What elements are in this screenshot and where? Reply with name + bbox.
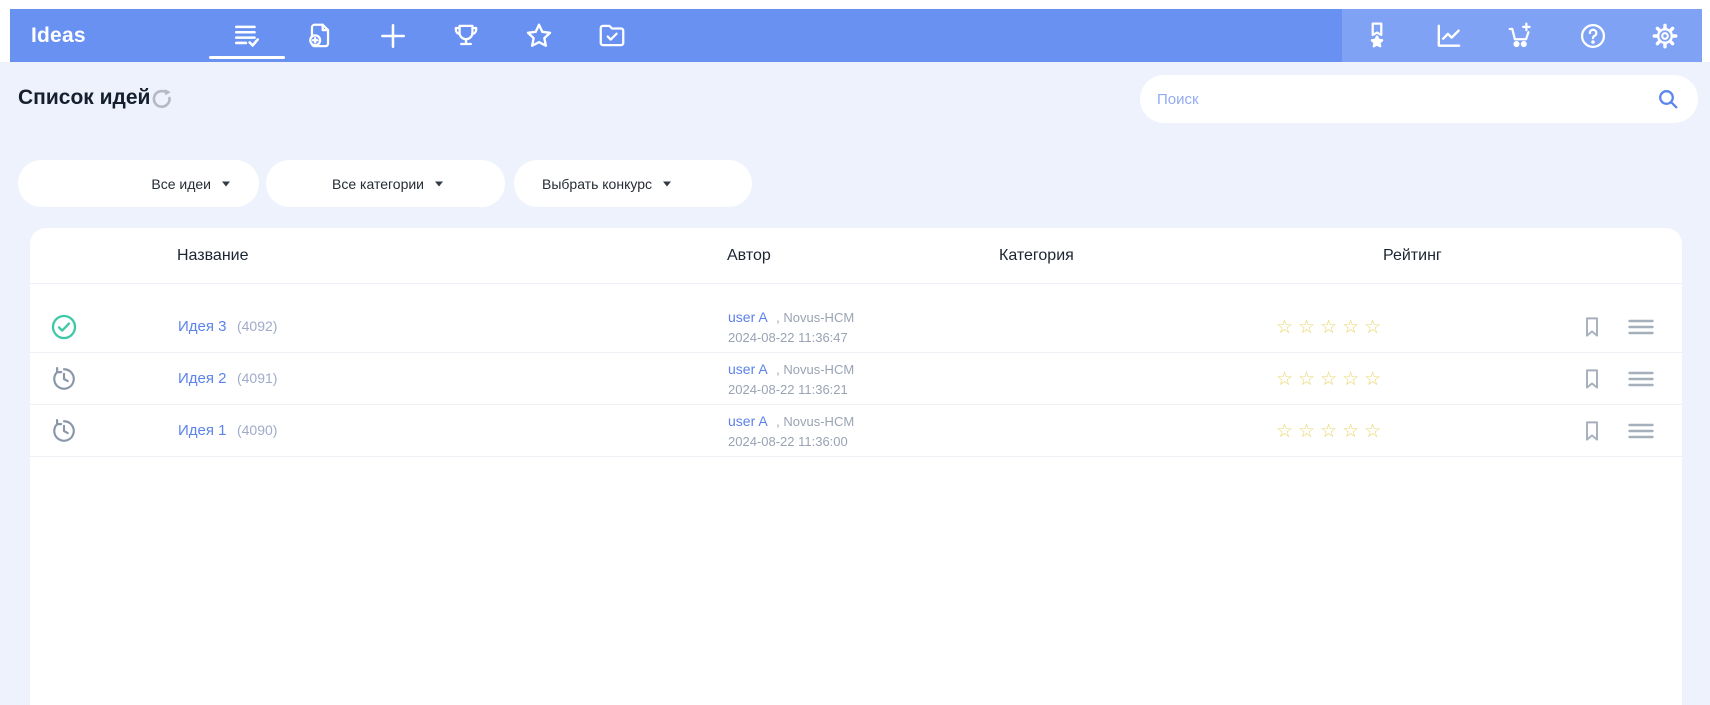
row-menu-icon[interactable] — [1628, 422, 1654, 440]
column-header-rating: Рейтинг — [1383, 247, 1442, 264]
nav-add-button[interactable] — [378, 9, 408, 62]
column-header-name: Название — [177, 247, 249, 264]
help-circle-icon — [1578, 21, 1608, 51]
star-icon — [524, 21, 554, 51]
rating-stars[interactable]: ☆☆☆☆☆ — [1276, 316, 1386, 338]
status-approved-icon — [51, 314, 77, 344]
idea-id: (4090) — [236, 421, 278, 438]
top-navigation-bar: Ideas — [10, 9, 1702, 62]
nav-settings-button[interactable] — [1650, 9, 1680, 62]
plus-icon — [377, 20, 409, 52]
bookmark-icon[interactable] — [1582, 316, 1602, 338]
line-chart-icon — [1434, 21, 1464, 51]
file-plus-icon — [305, 21, 335, 51]
medal-icon — [1362, 21, 1392, 51]
status-history-icon — [51, 366, 77, 396]
nav-file-plus-button[interactable] — [305, 9, 335, 62]
table-row: Идея 1 (4090) user A , Novus-HCM 2024-08… — [30, 405, 1682, 457]
nav-shop-button[interactable] — [1506, 9, 1536, 62]
idea-title-link[interactable]: Идея 1 — [178, 422, 227, 439]
trophy-icon — [451, 21, 481, 51]
page-title: Список идей — [18, 86, 151, 109]
column-header-author: Автор — [727, 247, 771, 264]
filter-select-contest-dropdown[interactable]: Выбрать конкурс — [514, 160, 752, 207]
chevron-down-icon — [434, 181, 444, 187]
author-organization: , Novus-HCM — [776, 309, 855, 325]
bookmark-icon[interactable] — [1582, 368, 1602, 390]
filter-label: Выбрать конкурс — [542, 175, 652, 192]
idea-id: (4092) — [236, 317, 278, 334]
refresh-button[interactable] — [149, 87, 175, 113]
author-link[interactable]: user A — [728, 361, 768, 377]
title-cell: Идея 2 (4091) — [178, 370, 277, 388]
row-menu-icon[interactable] — [1628, 370, 1654, 388]
table-row: Идея 2 (4091) user A , Novus-HCM 2024-08… — [30, 353, 1682, 405]
author-link[interactable]: user A — [728, 413, 768, 429]
filter-label: Все категории — [332, 175, 424, 192]
nav-achievements-button[interactable] — [1362, 9, 1392, 62]
nav-statistics-button[interactable] — [1434, 9, 1464, 62]
nav-help-button[interactable] — [1578, 9, 1608, 62]
column-header-category: Категория — [999, 247, 1074, 264]
chevron-down-icon — [662, 181, 672, 187]
filter-all-categories-dropdown[interactable]: Все категории — [266, 160, 505, 207]
table-row: Идея 3 (4092) user A , Novus-HCM 2024-08… — [30, 301, 1682, 353]
nav-trophy-button[interactable] — [451, 9, 481, 62]
search-input[interactable] — [1140, 75, 1656, 123]
bookmark-icon[interactable] — [1582, 420, 1602, 442]
content-area: Список идей Все идеи — [0, 62, 1710, 705]
nav-folder-check-button[interactable] — [597, 9, 627, 62]
idea-title-link[interactable]: Идея 2 — [178, 370, 227, 387]
cart-plus-icon — [1506, 21, 1536, 51]
primary-nav — [232, 9, 627, 62]
list-check-icon — [232, 21, 262, 51]
table-body: Идея 3 (4092) user A , Novus-HCM 2024-08… — [30, 284, 1682, 457]
refresh-icon — [149, 89, 175, 116]
title-cell: Идея 1 (4090) — [178, 422, 277, 440]
rating-stars[interactable]: ☆☆☆☆☆ — [1276, 420, 1386, 442]
author-link[interactable]: user A — [728, 309, 768, 325]
author-cell: user A , Novus-HCM 2024-08-22 11:36:21 — [728, 362, 854, 396]
created-date: 2024-08-22 11:36:00 — [728, 433, 848, 449]
app-logo: Ideas — [31, 23, 86, 47]
nav-star-button[interactable] — [524, 9, 554, 62]
search-box — [1140, 75, 1698, 123]
chevron-down-icon — [221, 181, 231, 187]
title-cell: Идея 3 (4092) — [178, 318, 277, 336]
author-cell: user A , Novus-HCM 2024-08-22 11:36:47 — [728, 310, 854, 344]
rating-stars[interactable]: ☆☆☆☆☆ — [1276, 368, 1386, 390]
idea-id: (4091) — [236, 369, 278, 386]
status-history-icon — [51, 418, 77, 448]
created-date: 2024-08-22 11:36:21 — [728, 381, 848, 397]
author-organization: , Novus-HCM — [776, 413, 855, 429]
table-header-row: Название Автор Категория Рейтинг — [30, 228, 1682, 284]
search-icon[interactable] — [1656, 87, 1680, 111]
ideas-table-card: Название Автор Категория Рейтинг Идея 3 … — [30, 228, 1682, 705]
status-cell — [51, 418, 77, 444]
idea-title-link[interactable]: Идея 3 — [178, 318, 227, 335]
created-date: 2024-08-22 11:36:47 — [728, 329, 848, 345]
utility-nav — [1342, 9, 1702, 62]
filter-all-ideas-dropdown[interactable]: Все идеи — [18, 160, 259, 207]
gear-icon — [1650, 21, 1680, 51]
filter-bar: Все идеи Все категории Выбрать конкурс — [0, 160, 1710, 207]
author-organization: , Novus-HCM — [776, 361, 855, 377]
filter-label: Все идеи — [151, 175, 211, 192]
folder-check-icon — [597, 21, 627, 51]
status-cell — [51, 314, 77, 340]
author-cell: user A , Novus-HCM 2024-08-22 11:36:00 — [728, 414, 854, 448]
nav-ideas-list-button[interactable] — [232, 9, 262, 62]
row-menu-icon[interactable] — [1628, 318, 1654, 336]
status-cell — [51, 366, 77, 392]
